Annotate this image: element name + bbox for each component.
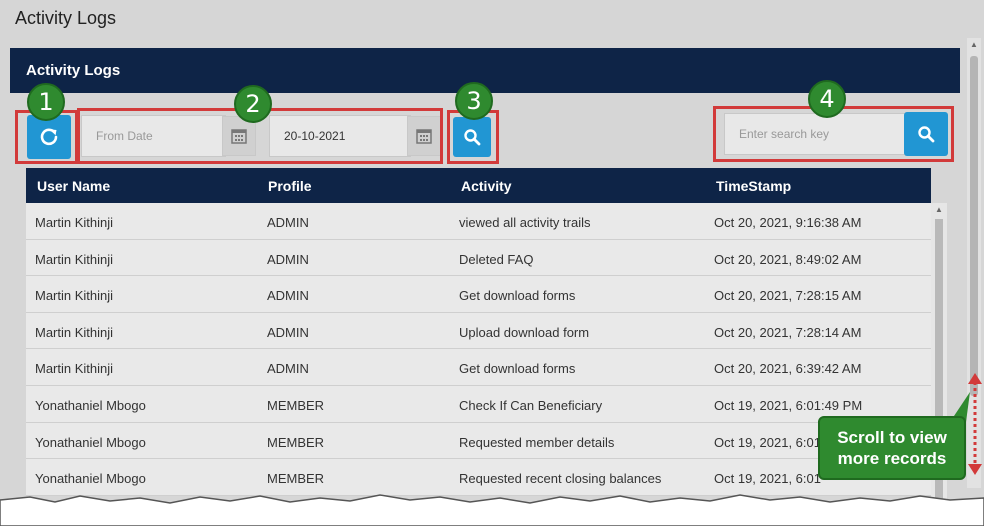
torn-edge (0, 494, 984, 526)
annotation-badge-3: 3 (455, 82, 493, 120)
scrollbar-thumb[interactable] (970, 56, 978, 396)
cell-activity: Upload download form (459, 324, 590, 340)
callout-line-2: more records (837, 449, 947, 468)
cell-timestamp: Oct 20, 2021, 9:16:38 AM (714, 215, 862, 230)
cell-activity: Get download forms (459, 288, 576, 304)
cell-timestamp: Oct 20, 2021, 8:49:02 AM (714, 251, 862, 267)
cell-profile: MEMBER (267, 434, 325, 450)
cell-activity: Check If Can Beneficiary (459, 397, 603, 413)
cell-profile: ADMIN (267, 251, 309, 267)
scroll-up-icon[interactable]: ▲ (970, 40, 978, 49)
column-header-profile[interactable]: Profile (268, 178, 312, 194)
cell-timestamp: Oct 19, 2021, 6:01:49 PM (714, 397, 863, 413)
cell-timestamp: Oct 19, 2021, 6:01 (714, 471, 821, 487)
table-row[interactable]: Martin Kithinji ADMIN Get download forms… (26, 276, 931, 313)
cell-activity: viewed all activity trails (459, 215, 591, 230)
table-row[interactable]: Martin Kithinji ADMIN Upload download fo… (26, 312, 931, 350)
table-row[interactable]: Yonathaniel Mbogo MEMBER Requested membe… (26, 422, 931, 460)
table-row[interactable]: Martin Kithinji ADMIN Deleted FAQ Oct 20… (26, 239, 931, 277)
cell-user-name: Martin Kithinji (35, 324, 114, 340)
annotation-badge-4: 4 (808, 80, 846, 118)
column-header-user-name[interactable]: User Name (37, 178, 110, 194)
cell-timestamp: Oct 20, 2021, 7:28:14 AM (714, 324, 862, 340)
column-header-activity[interactable]: Activity (461, 178, 512, 194)
table-row[interactable]: Yonathaniel Mbogo MEMBER Check If Can Be… (26, 385, 931, 423)
table-row[interactable]: Martin Kithinji ADMIN viewed all activit… (26, 203, 931, 240)
cell-timestamp: Oct 20, 2021, 6:39:42 AM (714, 361, 862, 377)
column-header-timestamp[interactable]: TimeStamp (716, 178, 791, 194)
cell-activity: Requested member details (459, 434, 615, 450)
cell-user-name: Martin Kithinji (35, 251, 114, 267)
cell-user-name: Martin Kithinji (35, 215, 114, 230)
cell-profile: MEMBER (267, 397, 325, 413)
scroll-double-arrow-icon (968, 373, 982, 475)
cell-user-name: Yonathaniel Mbogo (35, 471, 146, 487)
scroll-hint-callout: Scroll to view more records (818, 416, 966, 480)
cell-activity: Deleted FAQ (459, 251, 534, 267)
annotation-badge-2: 2 (234, 85, 272, 123)
cell-profile: MEMBER (267, 471, 325, 487)
cell-user-name: Yonathaniel Mbogo (35, 434, 146, 450)
cell-profile: ADMIN (267, 361, 309, 377)
callout-line-1: Scroll to view (837, 428, 947, 447)
cell-profile: ADMIN (267, 215, 309, 230)
cell-activity: Requested recent closing balances (459, 471, 662, 487)
cell-user-name: Yonathaniel Mbogo (35, 397, 146, 413)
cell-profile: ADMIN (267, 324, 309, 340)
cell-timestamp: Oct 20, 2021, 7:28:15 AM (714, 288, 862, 304)
page-title: Activity Logs (15, 8, 117, 28)
activity-table: User Name Profile Activity TimeStamp Mar… (26, 168, 931, 496)
scroll-up-icon[interactable]: ▲ (935, 205, 943, 214)
cell-user-name: Martin Kithinji (35, 361, 114, 377)
cell-timestamp: Oct 19, 2021, 6:01 (714, 434, 821, 450)
annotation-badge-1: 1 (27, 83, 65, 121)
cell-user-name: Martin Kithinji (35, 288, 114, 304)
cell-profile: ADMIN (267, 288, 309, 304)
table-header: User Name Profile Activity TimeStamp (26, 168, 931, 203)
cell-activity: Get download forms (459, 361, 576, 377)
table-row[interactable]: Martin Kithinji ADMIN Get download forms… (26, 349, 931, 386)
